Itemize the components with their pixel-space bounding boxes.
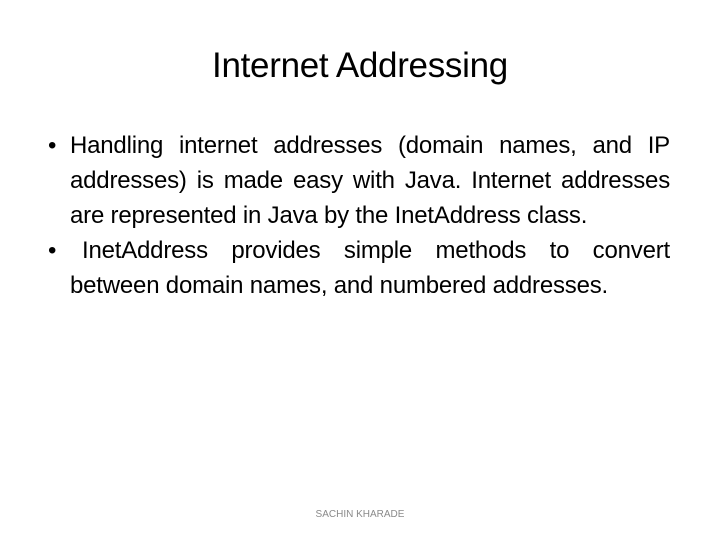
bullet-text: InetAddress provides simple methods to c… — [70, 237, 670, 299]
bullet-marker: • — [48, 132, 57, 159]
bullet-item: • Handling internet addresses (domain na… — [48, 128, 670, 233]
slide-title: Internet Addressing — [212, 46, 508, 85]
bullet-marker: • — [48, 237, 57, 264]
slide-footer: SACHIN KHARADE — [315, 509, 405, 520]
bullet-text: Handling internet addresses (domain name… — [70, 132, 670, 229]
slide-body: • Handling internet addresses (domain na… — [48, 128, 670, 303]
bullet-item: • InetAddress provides simple methods to… — [48, 233, 670, 303]
